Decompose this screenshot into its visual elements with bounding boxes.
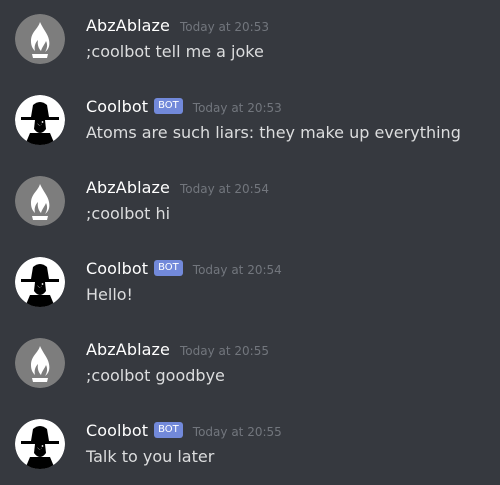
- message-timestamp: Today at 20:55: [192, 425, 282, 439]
- message-content: ;coolbot goodbye: [86, 366, 225, 385]
- flame-avatar-icon: [15, 338, 65, 388]
- message-item: AbzAblaze Today at 20:55 ;coolbot goodby…: [0, 338, 500, 408]
- message-content: Atoms are such liars: they make up every…: [86, 123, 461, 142]
- message-header: Coolbot BOT Today at 20:54: [86, 257, 282, 281]
- message-content: ;coolbot hi: [86, 204, 171, 223]
- flame-avatar-icon: [15, 176, 65, 226]
- bot-avatar[interactable]: [15, 95, 65, 145]
- message-header: AbzAblaze Today at 20:55: [86, 338, 269, 362]
- bot-tag-badge: BOT: [154, 98, 183, 114]
- witch-silhouette-avatar-icon: [15, 95, 65, 145]
- bot-tag-badge: BOT: [154, 422, 183, 438]
- message-timestamp: Today at 20:53: [180, 20, 269, 34]
- message-header: Coolbot BOT Today at 20:55: [86, 419, 282, 443]
- message-author[interactable]: AbzAblaze: [86, 177, 170, 199]
- message-header: Coolbot BOT Today at 20:53: [86, 95, 282, 119]
- user-avatar[interactable]: [15, 176, 65, 226]
- message-author[interactable]: Coolbot: [86, 420, 148, 442]
- message-item: Coolbot BOT Today at 20:54 Hello!: [0, 257, 500, 327]
- bot-avatar[interactable]: [15, 257, 65, 307]
- message-timestamp: Today at 20:55: [180, 344, 269, 358]
- message-timestamp: Today at 20:54: [192, 263, 282, 277]
- message-author[interactable]: Coolbot: [86, 96, 148, 118]
- message-item: Coolbot BOT Today at 20:53 Atoms are suc…: [0, 95, 500, 165]
- flame-avatar-icon: [15, 14, 65, 64]
- bot-tag-badge: BOT: [154, 260, 183, 276]
- message-content: ;coolbot tell me a joke: [86, 42, 264, 61]
- message-content: Hello!: [86, 285, 133, 304]
- user-avatar[interactable]: [15, 14, 65, 64]
- message-item: AbzAblaze Today at 20:54 ;coolbot hi: [0, 176, 500, 246]
- message-header: AbzAblaze Today at 20:54: [86, 176, 269, 200]
- user-avatar[interactable]: [15, 338, 65, 388]
- witch-silhouette-avatar-icon: [15, 257, 65, 307]
- message-item: AbzAblaze Today at 20:53 ;coolbot tell m…: [0, 14, 500, 84]
- message-timestamp: Today at 20:54: [180, 182, 269, 196]
- message-author[interactable]: Coolbot: [86, 258, 148, 280]
- message-timestamp: Today at 20:53: [192, 101, 282, 115]
- message-author[interactable]: AbzAblaze: [86, 339, 170, 361]
- witch-silhouette-avatar-icon: [15, 419, 65, 469]
- message-header: AbzAblaze Today at 20:53: [86, 14, 269, 38]
- message-content: Talk to you later: [86, 447, 215, 466]
- message-author[interactable]: AbzAblaze: [86, 15, 170, 37]
- message-item: Coolbot BOT Today at 20:55 Talk to you l…: [0, 419, 500, 485]
- chat-messages: AbzAblaze Today at 20:53 ;coolbot tell m…: [0, 0, 500, 485]
- bot-avatar[interactable]: [15, 419, 65, 469]
